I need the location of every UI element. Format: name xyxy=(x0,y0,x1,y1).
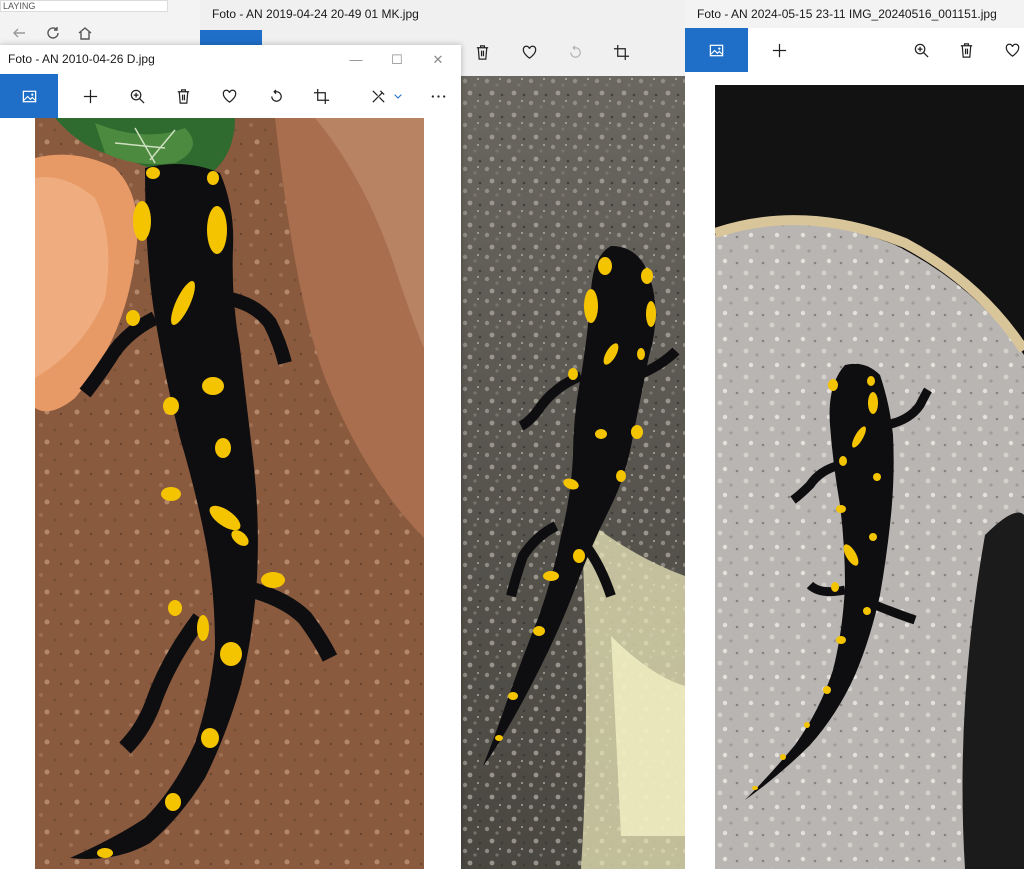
close-icon[interactable]: ✕ xyxy=(418,45,458,74)
home-icon[interactable] xyxy=(76,24,94,42)
minimize-icon[interactable]: — xyxy=(336,45,376,74)
crop-icon[interactable] xyxy=(301,74,341,118)
zoom-in-icon[interactable] xyxy=(901,28,941,72)
add-icon[interactable] xyxy=(70,74,110,118)
salamander-photo-3 xyxy=(715,85,1024,869)
delete-icon[interactable] xyxy=(163,74,203,118)
back-arrow-icon[interactable] xyxy=(10,24,28,42)
view-image-icon[interactable] xyxy=(685,28,748,72)
delete-icon[interactable] xyxy=(946,28,986,72)
salamander-photo-1 xyxy=(35,118,424,869)
toolbar xyxy=(0,74,461,118)
reload-icon[interactable] xyxy=(44,24,62,42)
browser-background: LAYING xyxy=(0,0,200,45)
window-title: Foto - AN 2024-05-15 23-11 IMG_20240516_… xyxy=(685,0,1024,29)
add-icon[interactable] xyxy=(759,28,799,72)
favorite-icon[interactable] xyxy=(209,74,249,118)
crop-icon[interactable] xyxy=(601,30,641,74)
maximize-icon[interactable]: ☐ xyxy=(377,45,417,74)
rotate-icon[interactable] xyxy=(256,74,296,118)
delete-icon[interactable] xyxy=(462,30,502,74)
rotate-icon[interactable] xyxy=(555,30,595,74)
favorite-icon[interactable] xyxy=(992,28,1024,72)
photo-window-3[interactable]: Foto - AN 2024-05-15 23-11 IMG_20240516_… xyxy=(685,0,1024,869)
browser-tab[interactable]: LAYING xyxy=(0,0,168,12)
chevron-down-icon[interactable] xyxy=(386,74,410,118)
view-image-icon[interactable] xyxy=(0,74,58,118)
favorite-icon[interactable] xyxy=(509,30,549,74)
salamander-photo-2 xyxy=(461,76,685,869)
more-icon[interactable] xyxy=(418,74,458,118)
photo-window-1[interactable]: Foto - AN 2010-04-26 D.jpg — ☐ ✕ xyxy=(0,45,461,869)
zoom-in-icon[interactable] xyxy=(117,74,157,118)
window-title: Foto - AN 2019-04-24 20-49 01 MK.jpg xyxy=(200,0,685,29)
toolbar xyxy=(685,28,1024,72)
